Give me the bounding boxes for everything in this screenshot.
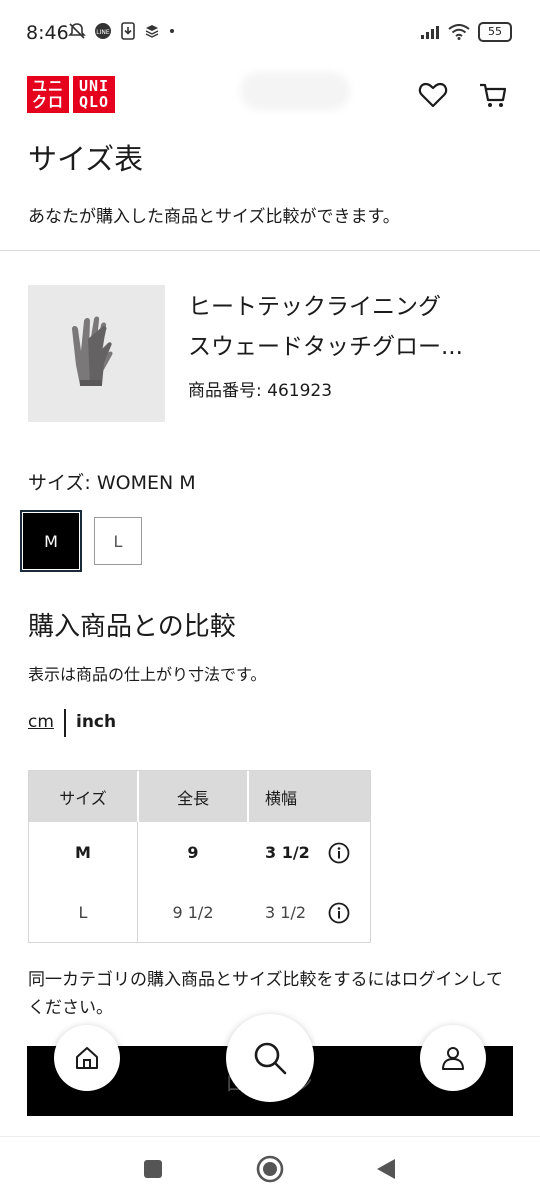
product-thumbnail <box>28 285 165 422</box>
status-time: 8:46 <box>26 22 69 44</box>
user-icon <box>442 1047 464 1070</box>
table-row-l-width: 3 1/2 <box>265 902 307 922</box>
home-button[interactable] <box>54 1025 120 1091</box>
search-button[interactable] <box>226 1014 314 1102</box>
size-label: サイズ: WOMEN M <box>28 472 196 494</box>
header-search-placeholder <box>240 72 350 110</box>
cart-icon[interactable] <box>478 80 508 110</box>
recent-apps-icon[interactable] <box>143 1159 163 1179</box>
dot-icon <box>170 29 174 33</box>
search-icon <box>254 1042 287 1075</box>
uniqlo-logo[interactable]: ユニ クロ UNI QLO <box>27 76 115 113</box>
wifi-icon <box>448 24 470 40</box>
signal-icon <box>421 26 439 39</box>
unit-separator <box>64 709 66 737</box>
logo-latin: UNI QLO <box>73 76 115 113</box>
status-notification-icons: LINE <box>68 22 176 40</box>
comparison-note: 表示は商品の仕上がり寸法です。 <box>28 665 267 684</box>
header-length: 全長 <box>176 788 209 808</box>
svg-text:LINE: LINE <box>96 29 110 36</box>
unit-inch-toggle[interactable]: inch <box>76 712 116 732</box>
product-number: 商品番号: 461923 <box>188 381 333 401</box>
table-row-m-width: 3 1/2 <box>265 842 310 862</box>
layers-icon <box>145 25 159 38</box>
size-option-l[interactable]: L <box>94 517 142 565</box>
size-table: サイズ 全長 横幅 M 9 3 1/2 L 9 1/2 3 1/2 <box>28 770 371 943</box>
glove-image <box>72 316 113 386</box>
battery-icon: 55 <box>478 22 512 42</box>
system-nav-bar <box>0 1136 540 1201</box>
size-option-m[interactable]: M <box>22 512 80 570</box>
table-row-l-length: 9 1/2 <box>172 902 214 922</box>
line-app-icon: LINE <box>95 23 111 39</box>
home-icon <box>76 1047 98 1069</box>
info-icon[interactable] <box>328 902 350 924</box>
logo-katakana: ユニ クロ <box>27 76 69 113</box>
status-system-icons: 55 <box>420 22 512 42</box>
unit-cm-link[interactable]: cm <box>28 712 54 732</box>
product-name: ヒートテックライニング スウェードタッチグロー... <box>188 287 513 367</box>
divider <box>0 250 540 251</box>
header-size: サイズ <box>59 788 107 808</box>
status-bar: 8:46 LINE 55 <box>0 0 540 66</box>
product-name-line2: スウェードタッチグロー... <box>188 334 463 360</box>
bell-off-icon <box>68 23 86 39</box>
account-button[interactable] <box>420 1025 486 1091</box>
page-subtitle: あなたが購入した商品とサイズ比較ができます。 <box>28 207 400 227</box>
header-divider <box>137 771 139 822</box>
header-width: 横幅 <box>265 788 298 808</box>
back-nav-icon[interactable] <box>375 1157 397 1181</box>
header-divider <box>247 771 249 822</box>
comparison-title: 購入商品との比較 <box>28 612 236 642</box>
product-name-line1: ヒートテックライニング <box>188 294 441 320</box>
home-nav-icon[interactable] <box>256 1155 284 1183</box>
favorite-heart-icon[interactable] <box>418 80 448 110</box>
table-row-m-length: 9 <box>187 842 199 862</box>
table-row-l-size: L <box>78 902 88 922</box>
info-icon[interactable] <box>328 842 350 864</box>
table-row-m-size: M <box>75 842 91 862</box>
page-title: サイズ表 <box>28 142 144 176</box>
download-icon <box>121 22 135 40</box>
